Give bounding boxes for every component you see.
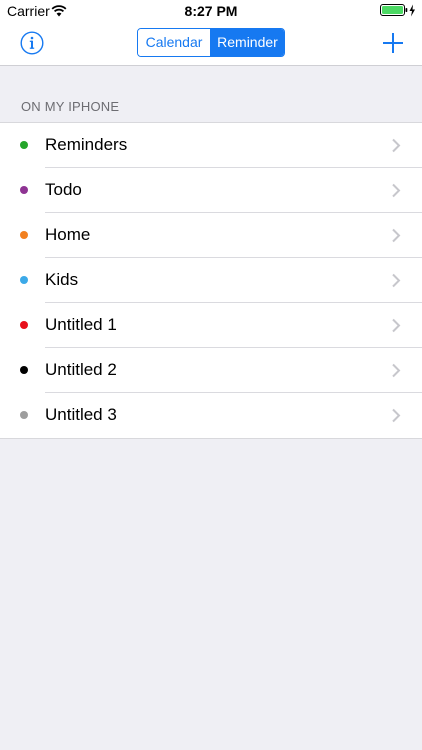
list-name: Home <box>45 225 91 244</box>
navigation-bar: Calendar Reminder <box>0 22 422 66</box>
list-color-dot <box>20 411 28 419</box>
section-header: ON MY IPHONE <box>21 99 120 114</box>
list-item[interactable]: Kids <box>0 258 422 303</box>
list-color-dot <box>20 366 28 374</box>
segment-calendar[interactable]: Calendar <box>138 29 211 56</box>
chevron-right-icon <box>391 318 401 333</box>
list-color-dot <box>20 141 28 149</box>
list-item[interactable]: Todo <box>0 168 422 213</box>
status-bar: Carrier 8:27 PM <box>0 0 422 22</box>
battery-charging-icon <box>380 4 420 17</box>
list-name: Untitled 3 <box>45 405 117 424</box>
list-color-dot <box>20 321 28 329</box>
status-time: 8:27 PM <box>184 3 238 19</box>
list-item[interactable]: Home <box>0 213 422 258</box>
list-color-dot <box>20 276 28 284</box>
list-name: Untitled 1 <box>45 315 117 334</box>
reminder-lists: Reminders Todo Home Kids Untitled 1 Unti… <box>0 122 422 439</box>
list-name: Kids <box>45 270 79 289</box>
chevron-right-icon <box>391 228 401 243</box>
list-color-dot <box>20 231 28 239</box>
chevron-right-icon <box>391 183 401 198</box>
list-name: Reminders <box>45 135 128 154</box>
chevron-right-icon <box>391 273 401 288</box>
chevron-right-icon <box>391 363 401 378</box>
list-item[interactable]: Untitled 2 <box>0 348 422 393</box>
segment-reminder[interactable]: Reminder <box>211 29 284 56</box>
list-item[interactable]: Reminders <box>0 123 422 168</box>
plus-icon[interactable] <box>382 32 404 54</box>
list-name: Untitled 2 <box>45 360 117 379</box>
list-item[interactable]: Untitled 3 <box>0 393 422 438</box>
list-name: Todo <box>45 180 82 199</box>
chevron-right-icon <box>391 138 401 153</box>
chevron-right-icon <box>391 408 401 423</box>
list-item[interactable]: Untitled 1 <box>0 303 422 348</box>
view-mode-segmented-control: Calendar Reminder <box>137 28 285 57</box>
list-color-dot <box>20 186 28 194</box>
info-icon[interactable] <box>20 31 44 55</box>
